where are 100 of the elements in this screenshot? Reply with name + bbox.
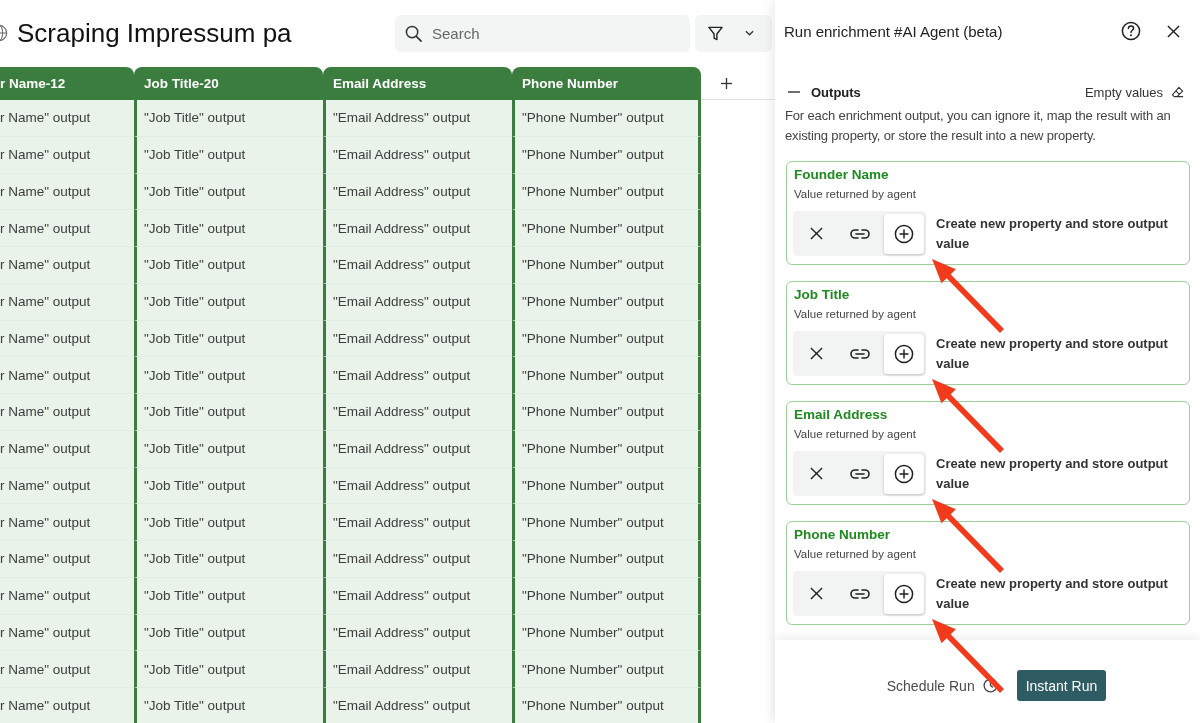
table-cell: "Job Title" output bbox=[134, 320, 323, 358]
table-cell: "Email Address" output bbox=[323, 247, 512, 284]
table-cell: "Phone Number" output bbox=[512, 320, 701, 358]
table-cell: r Name" output bbox=[0, 467, 134, 505]
add-column-button[interactable] bbox=[720, 76, 733, 90]
plus-circle-icon bbox=[894, 223, 914, 244]
table-cell: "Phone Number" output bbox=[512, 136, 701, 174]
panel-title: Run enrichment #AI Agent (beta) bbox=[784, 22, 1003, 40]
column-header[interactable]: r Name-12 bbox=[0, 67, 134, 100]
link-icon bbox=[850, 467, 870, 480]
column-header[interactable]: Email Address bbox=[323, 67, 512, 100]
cross-icon bbox=[809, 347, 823, 360]
table-cell: r Name" output bbox=[0, 320, 134, 358]
table-cell: "Job Title" output bbox=[134, 688, 323, 723]
table-cell: r Name" output bbox=[0, 357, 134, 394]
plus-circle-icon bbox=[894, 343, 914, 364]
table-cell: "Phone Number" output bbox=[512, 173, 701, 211]
schedule-run-button[interactable]: Schedule Run bbox=[886, 670, 998, 701]
table-cell: "Phone Number" output bbox=[512, 357, 701, 394]
search-icon bbox=[405, 24, 422, 42]
output-name: Email Address bbox=[794, 406, 889, 424]
table-cell: "Phone Number" output bbox=[512, 504, 701, 541]
table-cell: "Email Address" output bbox=[323, 100, 512, 137]
table-cell: "Email Address" output bbox=[323, 541, 512, 578]
link-icon bbox=[850, 587, 870, 600]
table-cell: "Job Title" output bbox=[134, 136, 323, 174]
table-cell: r Name" output bbox=[0, 100, 134, 137]
eraser-icon bbox=[1171, 85, 1184, 99]
section-title: Outputs bbox=[811, 84, 861, 100]
table-cell: "Email Address" output bbox=[323, 320, 512, 358]
table-cell: "Job Title" output bbox=[134, 467, 323, 505]
table-cell: r Name" output bbox=[0, 394, 134, 431]
link-icon bbox=[850, 347, 870, 360]
table-cell: "Email Address" output bbox=[323, 210, 512, 247]
add-button[interactable] bbox=[884, 573, 924, 614]
clock-icon bbox=[982, 678, 998, 693]
table-cell: "Job Title" output bbox=[134, 577, 323, 615]
table-cell: "Phone Number" output bbox=[512, 688, 701, 723]
output-name: Job Title bbox=[794, 286, 851, 304]
table-cell: "Email Address" output bbox=[323, 173, 512, 211]
empty-values-button[interactable]: Empty values bbox=[1084, 84, 1184, 100]
link-icon bbox=[850, 227, 870, 240]
table-cell: "Email Address" output bbox=[323, 467, 512, 505]
table-cell: "Email Address" output bbox=[323, 688, 512, 723]
table-cell: "Phone Number" output bbox=[512, 651, 701, 688]
cross-icon bbox=[809, 227, 823, 240]
output-subtitle: Value returned by agent bbox=[794, 307, 917, 322]
mode-description: Create new property and store output value bbox=[936, 454, 1169, 493]
plus-icon bbox=[720, 76, 733, 90]
table-cell: r Name" output bbox=[0, 541, 134, 578]
add-button[interactable] bbox=[884, 453, 924, 494]
table-cell: "Job Title" output bbox=[134, 283, 323, 321]
table-cell: "Email Address" output bbox=[323, 357, 512, 394]
table-cell: "Phone Number" output bbox=[512, 394, 701, 431]
table-cell: "Email Address" output bbox=[323, 651, 512, 688]
column-header[interactable]: Job Title-20 bbox=[134, 67, 323, 100]
table-cell: "Email Address" output bbox=[323, 394, 512, 431]
table-cell: "Job Title" output bbox=[134, 247, 323, 284]
filter-icon bbox=[708, 25, 723, 41]
table-cell: r Name" output bbox=[0, 577, 134, 615]
output-name: Founder Name bbox=[794, 166, 890, 184]
plus-circle-icon bbox=[894, 463, 914, 484]
table-cell: r Name" output bbox=[0, 247, 134, 284]
table-cell: "Phone Number" output bbox=[512, 577, 701, 615]
table-cell: "Email Address" output bbox=[323, 283, 512, 321]
table-cell: "Phone Number" output bbox=[512, 210, 701, 247]
table-cell: r Name" output bbox=[0, 688, 134, 723]
table-cell: "Job Title" output bbox=[134, 394, 323, 431]
table-cell: "Phone Number" output bbox=[512, 283, 701, 321]
table-cell: "Job Title" output bbox=[134, 100, 323, 137]
output-subtitle: Value returned by agent bbox=[794, 427, 917, 442]
table-cell: r Name" output bbox=[0, 283, 134, 321]
add-button[interactable] bbox=[884, 333, 924, 374]
mode-description: Create new property and store output value bbox=[936, 334, 1169, 373]
table-cell: "Phone Number" output bbox=[512, 614, 701, 652]
close-icon[interactable] bbox=[1167, 24, 1180, 38]
table-cell: "Job Title" output bbox=[134, 651, 323, 688]
output-name: Phone Number bbox=[794, 526, 891, 544]
table-cell: r Name" output bbox=[0, 173, 134, 211]
column-header[interactable]: Phone Number bbox=[512, 67, 701, 100]
help-icon[interactable] bbox=[1121, 21, 1141, 41]
table-cell: "Email Address" output bbox=[323, 504, 512, 541]
table-cell: "Email Address" output bbox=[323, 136, 512, 174]
cross-icon bbox=[809, 587, 823, 600]
table-cell: "Job Title" output bbox=[134, 430, 323, 468]
table-cell: "Phone Number" output bbox=[512, 467, 701, 505]
table-cell: "Job Title" output bbox=[134, 614, 323, 652]
chevron-down-icon bbox=[745, 30, 754, 36]
search-field[interactable]: Search bbox=[395, 14, 690, 52]
table-cell: "Email Address" output bbox=[323, 577, 512, 615]
mode-description: Create new property and store output value bbox=[936, 574, 1169, 613]
instant-run-button[interactable]: Instant Run bbox=[1016, 670, 1107, 701]
table-cell: r Name" output bbox=[0, 430, 134, 468]
table-cell: "Phone Number" output bbox=[512, 430, 701, 468]
table-cell: r Name" output bbox=[0, 504, 134, 541]
table-cell: "Phone Number" output bbox=[512, 247, 701, 284]
table-cell: "Job Title" output bbox=[134, 357, 323, 394]
add-button[interactable] bbox=[884, 213, 924, 254]
table-cell: r Name" output bbox=[0, 136, 134, 174]
filter-button[interactable] bbox=[695, 14, 772, 52]
